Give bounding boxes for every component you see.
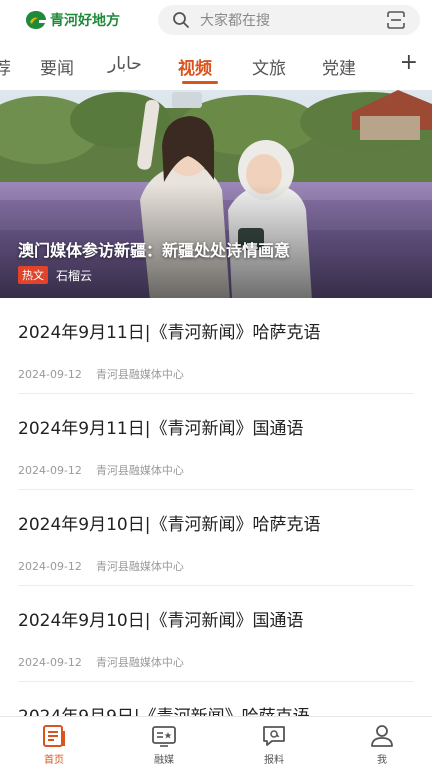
app-logo[interactable]: 青河好地方 <box>24 9 120 31</box>
app-header: 青河好地方 大家都在搜 <box>0 0 432 40</box>
news-date: 2024-09-12 <box>18 368 82 381</box>
news-date: 2024-09-12 <box>18 464 82 477</box>
logo-icon <box>26 11 46 29</box>
nav-profile-label: 我 <box>377 755 387 766</box>
home-icon <box>43 725 65 747</box>
news-source: 青河县融媒体中心 <box>95 560 184 573</box>
hot-badge: 热文 <box>18 266 48 284</box>
news-date: 2024-09-12 <box>18 656 82 669</box>
scan-icon[interactable] <box>386 11 406 29</box>
news-item[interactable]: 2024年9月11日|《青河新闻》国通语 2024-09-12 青河县融媒体中心 <box>0 394 432 490</box>
hero-meta: 热文 石榴云 <box>18 266 92 284</box>
news-title: 2024年9月11日|《青河新闻》国通语 <box>18 419 304 439</box>
search-bar[interactable]: 大家都在搜 <box>158 5 420 35</box>
news-date: 2024-09-12 <box>18 560 82 573</box>
search-placeholder: 大家都在搜 <box>200 13 270 29</box>
news-source: 青河县融媒体中心 <box>95 368 184 381</box>
nav-media[interactable]: 融媒 <box>134 723 194 766</box>
tab-culture-travel[interactable]: 文旅 <box>252 54 286 79</box>
tab-video[interactable]: 视频 <box>178 54 212 79</box>
news-source: 青河县融媒体中心 <box>95 656 184 669</box>
media-icon <box>152 726 176 747</box>
hero-card[interactable]: 澳门媒体参访新疆：新疆处处诗情画意 热文 石榴云 <box>0 90 432 298</box>
tab-news[interactable]: 要闻 <box>40 54 74 79</box>
news-source: 青河县融媒体中心 <box>95 464 184 477</box>
profile-icon <box>371 725 393 747</box>
news-item[interactable]: 2024年9月11日|《青河新闻》哈萨克语 2024-09-12 青河县融媒体中心 <box>0 298 432 394</box>
nav-report[interactable]: 报料 <box>244 723 304 766</box>
nav-media-label: 融媒 <box>154 755 174 766</box>
news-meta: 2024-09-12 青河县融媒体中心 <box>18 654 184 670</box>
tabs-fade <box>370 44 400 88</box>
news-item[interactable]: 2024年9月10日|《青河新闻》国通语 2024-09-12 青河县融媒体中心 <box>0 586 432 682</box>
tab-party-building[interactable]: 党建 <box>322 54 356 79</box>
search-icon <box>173 12 189 28</box>
logo-text: 青河好地方 <box>50 13 120 29</box>
bottom-nav: 首页 融媒 报料 我 <box>0 716 432 768</box>
report-icon <box>263 726 285 746</box>
nav-home[interactable]: 首页 <box>24 723 84 766</box>
nav-home-label: 首页 <box>44 755 64 766</box>
channel-tabs: 荐 要闻 حابار 视频 文旅 党建 + <box>0 44 432 88</box>
news-meta: 2024-09-12 青河县融媒体中心 <box>18 462 184 478</box>
hero-title: 澳门媒体参访新疆：新疆处处诗情画意 <box>18 241 291 260</box>
news-title: 2024年9月11日|《青河新闻》哈萨克语 <box>18 323 321 343</box>
tab-recommend[interactable]: 荐 <box>0 54 11 79</box>
news-meta: 2024-09-12 青河县融媒体中心 <box>18 558 184 574</box>
news-meta: 2024-09-12 青河县融媒体中心 <box>18 366 184 382</box>
hero-source: 石榴云 <box>56 268 93 283</box>
news-title: 2024年9月10日|《青河新闻》哈萨克语 <box>18 515 321 535</box>
active-tab-indicator <box>182 81 218 84</box>
nav-report-label: 报料 <box>264 755 284 766</box>
news-item[interactable]: 2024年9月10日|《青河新闻》哈萨克语 2024-09-12 青河县融媒体中心 <box>0 490 432 586</box>
news-title: 2024年9月10日|《青河新闻》国通语 <box>18 611 304 631</box>
add-channel-button[interactable]: + <box>400 50 418 75</box>
nav-profile[interactable]: 我 <box>352 723 412 766</box>
tab-kazakh[interactable]: حابار <box>108 54 142 74</box>
